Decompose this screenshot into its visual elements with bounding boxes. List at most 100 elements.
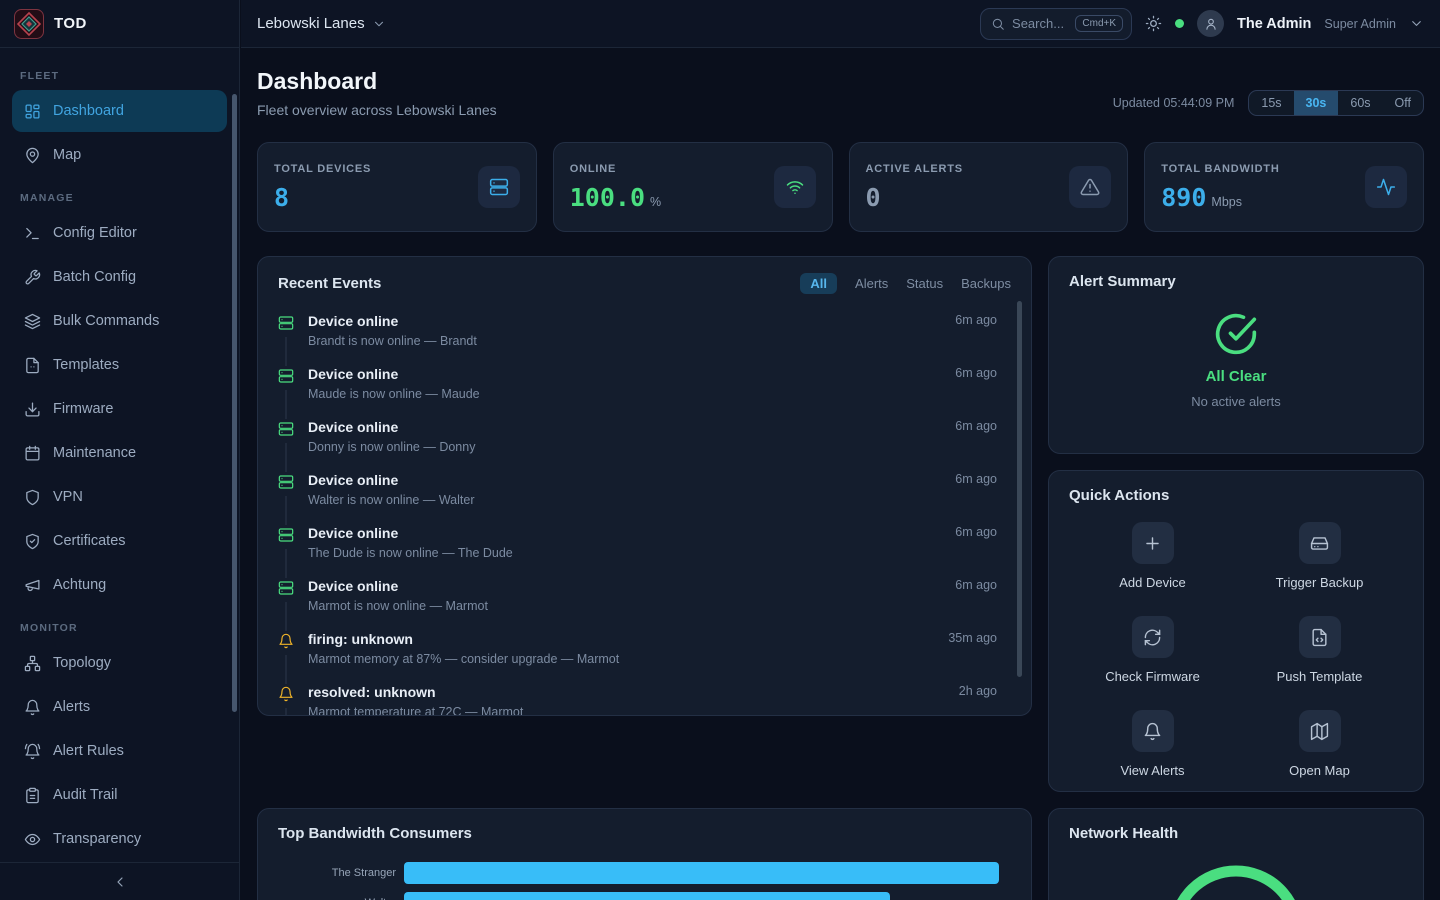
sidebar-item-achtung[interactable]: Achtung bbox=[12, 564, 227, 606]
terminal-icon bbox=[24, 225, 41, 242]
event-row[interactable]: Device onlineWalter is now online — Walt… bbox=[278, 463, 1011, 516]
add-device-button[interactable]: Add Device bbox=[1069, 522, 1236, 590]
org-switcher[interactable]: Lebowski Lanes bbox=[257, 15, 386, 32]
sidebar-item-dashboard[interactable]: Dashboard bbox=[12, 90, 227, 132]
wifi-icon bbox=[785, 177, 805, 197]
stat-value: 0 bbox=[866, 183, 881, 212]
stat-unit: Mbps bbox=[1211, 195, 1242, 209]
shield-check-icon bbox=[24, 533, 41, 550]
topology-icon bbox=[24, 655, 41, 672]
sidebar-item-audit-trail[interactable]: Audit Trail bbox=[12, 774, 227, 816]
push-template-button[interactable]: Push Template bbox=[1236, 616, 1403, 684]
search-shortcut-badge: Cmd+K bbox=[1075, 15, 1123, 32]
sidebar-item-transparency[interactable]: Transparency bbox=[12, 818, 227, 860]
sidebar-item-batch-config[interactable]: Batch Config bbox=[12, 256, 227, 298]
chevron-left-icon bbox=[112, 874, 128, 890]
event-time: 6m ago bbox=[955, 366, 1011, 401]
check-circle-icon bbox=[1214, 312, 1258, 356]
event-row[interactable]: Device onlineThe Dude is now online — Th… bbox=[278, 516, 1011, 569]
stat-value: 890 bbox=[1161, 183, 1206, 212]
event-row[interactable]: Device online Marmot is now online — Marm… bbox=[278, 569, 1011, 622]
event-time: 35m ago bbox=[948, 631, 1011, 666]
bandwidth-bar-label: The Stranger bbox=[278, 867, 396, 879]
quick-action-label: Push Template bbox=[1277, 669, 1363, 684]
event-time: 6m ago bbox=[955, 419, 1011, 454]
sidebar-item-templates[interactable]: Templates bbox=[12, 344, 227, 386]
bandwidth-title: Top Bandwidth Consumers bbox=[278, 825, 1011, 842]
refresh-option-off[interactable]: Off bbox=[1383, 91, 1423, 115]
event-row[interactable]: Device onlineBrandt is now online — Bran… bbox=[278, 304, 1011, 357]
sidebar-item-certificates[interactable]: Certificates bbox=[12, 520, 227, 562]
tab-status[interactable]: Status bbox=[906, 276, 943, 291]
event-row[interactable]: Device onlineMaude is now online — Maude… bbox=[278, 357, 1011, 410]
server-icon bbox=[278, 421, 294, 437]
sidebar-item-label: Certificates bbox=[53, 533, 126, 549]
event-title: Device online bbox=[308, 578, 941, 594]
refresh-option-30s[interactable]: 30s bbox=[1294, 91, 1339, 115]
open-map-button[interactable]: Open Map bbox=[1236, 710, 1403, 778]
event-detail: Donny is now online — Donny bbox=[308, 440, 941, 454]
sidebar-item-map[interactable]: Map bbox=[12, 134, 227, 176]
bell-icon bbox=[1143, 722, 1162, 741]
search-icon bbox=[991, 17, 1005, 31]
map-icon bbox=[1310, 722, 1329, 741]
events-title: Recent Events bbox=[278, 275, 381, 292]
quick-action-label: View Alerts bbox=[1120, 763, 1184, 778]
event-detail: Marmot memory at 87% — consider upgrade … bbox=[308, 652, 934, 666]
network-health-gauge: 100 bbox=[1069, 860, 1403, 900]
event-row[interactable]: firing: unknownMarmot memory at 87% — co… bbox=[278, 622, 1011, 675]
event-row[interactable]: resolved: unknownMarmot temperature at 7… bbox=[278, 675, 1011, 716]
plus-icon bbox=[1143, 534, 1162, 553]
main-content: Dashboard Fleet overview across Lebowski… bbox=[241, 48, 1440, 900]
sidebar-item-config-editor[interactable]: Config Editor bbox=[12, 212, 227, 254]
sidebar-collapse-button[interactable] bbox=[0, 862, 239, 900]
sidebar-item-label: Alert Rules bbox=[53, 743, 124, 759]
events-scrollbar[interactable] bbox=[1017, 301, 1022, 677]
search-input[interactable]: Search... Cmd+K bbox=[980, 8, 1132, 40]
sidebar-item-alert-rules[interactable]: Alert Rules bbox=[12, 730, 227, 772]
quick-actions-panel: Quick Actions Add Device Trigger Backup … bbox=[1048, 470, 1424, 792]
user-menu-button[interactable] bbox=[1409, 16, 1424, 31]
page-title: Dashboard bbox=[257, 68, 497, 95]
stat-label: TOTAL BANDWIDTH bbox=[1161, 163, 1279, 175]
sidebar-item-label: Batch Config bbox=[53, 269, 136, 285]
stat-card-total-devices: TOTAL DEVICES 8 bbox=[257, 142, 537, 232]
event-time: 6m ago bbox=[955, 472, 1011, 507]
tab-alerts[interactable]: Alerts bbox=[855, 276, 888, 291]
sidebar-scrollbar[interactable] bbox=[232, 94, 237, 712]
sidebar-item-maintenance[interactable]: Maintenance bbox=[12, 432, 227, 474]
network-health-title: Network Health bbox=[1069, 825, 1403, 842]
check-firmware-button[interactable]: Check Firmware bbox=[1069, 616, 1236, 684]
stat-card-total-bandwidth: TOTAL BANDWIDTH 890 Mbps bbox=[1144, 142, 1424, 232]
refresh-option-15s[interactable]: 15s bbox=[1249, 91, 1293, 115]
alert-summary-panel: Alert Summary All Clear No active alerts bbox=[1048, 256, 1424, 454]
sidebar-item-label: Transparency bbox=[53, 831, 141, 847]
brand-logo-icon bbox=[14, 9, 44, 39]
updated-timestamp: Updated 05:44:09 PM bbox=[1113, 96, 1235, 110]
brand: TOD bbox=[0, 0, 239, 48]
user-role: Super Admin bbox=[1324, 17, 1396, 31]
trigger-backup-button[interactable]: Trigger Backup bbox=[1236, 522, 1403, 590]
tab-all[interactable]: All bbox=[800, 273, 837, 294]
sidebar-item-bulk-commands[interactable]: Bulk Commands bbox=[12, 300, 227, 342]
sidebar-item-firmware[interactable]: Firmware bbox=[12, 388, 227, 430]
section-label-manage: MANAGE bbox=[20, 192, 219, 204]
avatar[interactable] bbox=[1197, 10, 1224, 37]
recent-events-panel: Recent Events All Alerts Status Backups … bbox=[257, 256, 1032, 716]
sun-icon bbox=[1145, 15, 1162, 32]
view-alerts-button[interactable]: View Alerts bbox=[1069, 710, 1236, 778]
refresh-option-60s[interactable]: 60s bbox=[1338, 91, 1382, 115]
connection-status-dot bbox=[1175, 19, 1184, 28]
sidebar-item-label: Topology bbox=[53, 655, 111, 671]
stat-value: 8 bbox=[274, 183, 289, 212]
event-detail: Marmot is now online — Marmot bbox=[308, 599, 941, 613]
event-row[interactable]: Device onlineDonny is now online — Donny… bbox=[278, 410, 1011, 463]
sidebar-item-alerts[interactable]: Alerts bbox=[12, 686, 227, 728]
sidebar-item-vpn[interactable]: VPN bbox=[12, 476, 227, 518]
sidebar-item-label: Dashboard bbox=[53, 103, 124, 119]
sidebar-item-topology[interactable]: Topology bbox=[12, 642, 227, 684]
shield-icon bbox=[24, 489, 41, 506]
section-label-fleet: FLEET bbox=[20, 70, 219, 82]
theme-toggle-button[interactable] bbox=[1145, 15, 1162, 32]
tab-backups[interactable]: Backups bbox=[961, 276, 1011, 291]
